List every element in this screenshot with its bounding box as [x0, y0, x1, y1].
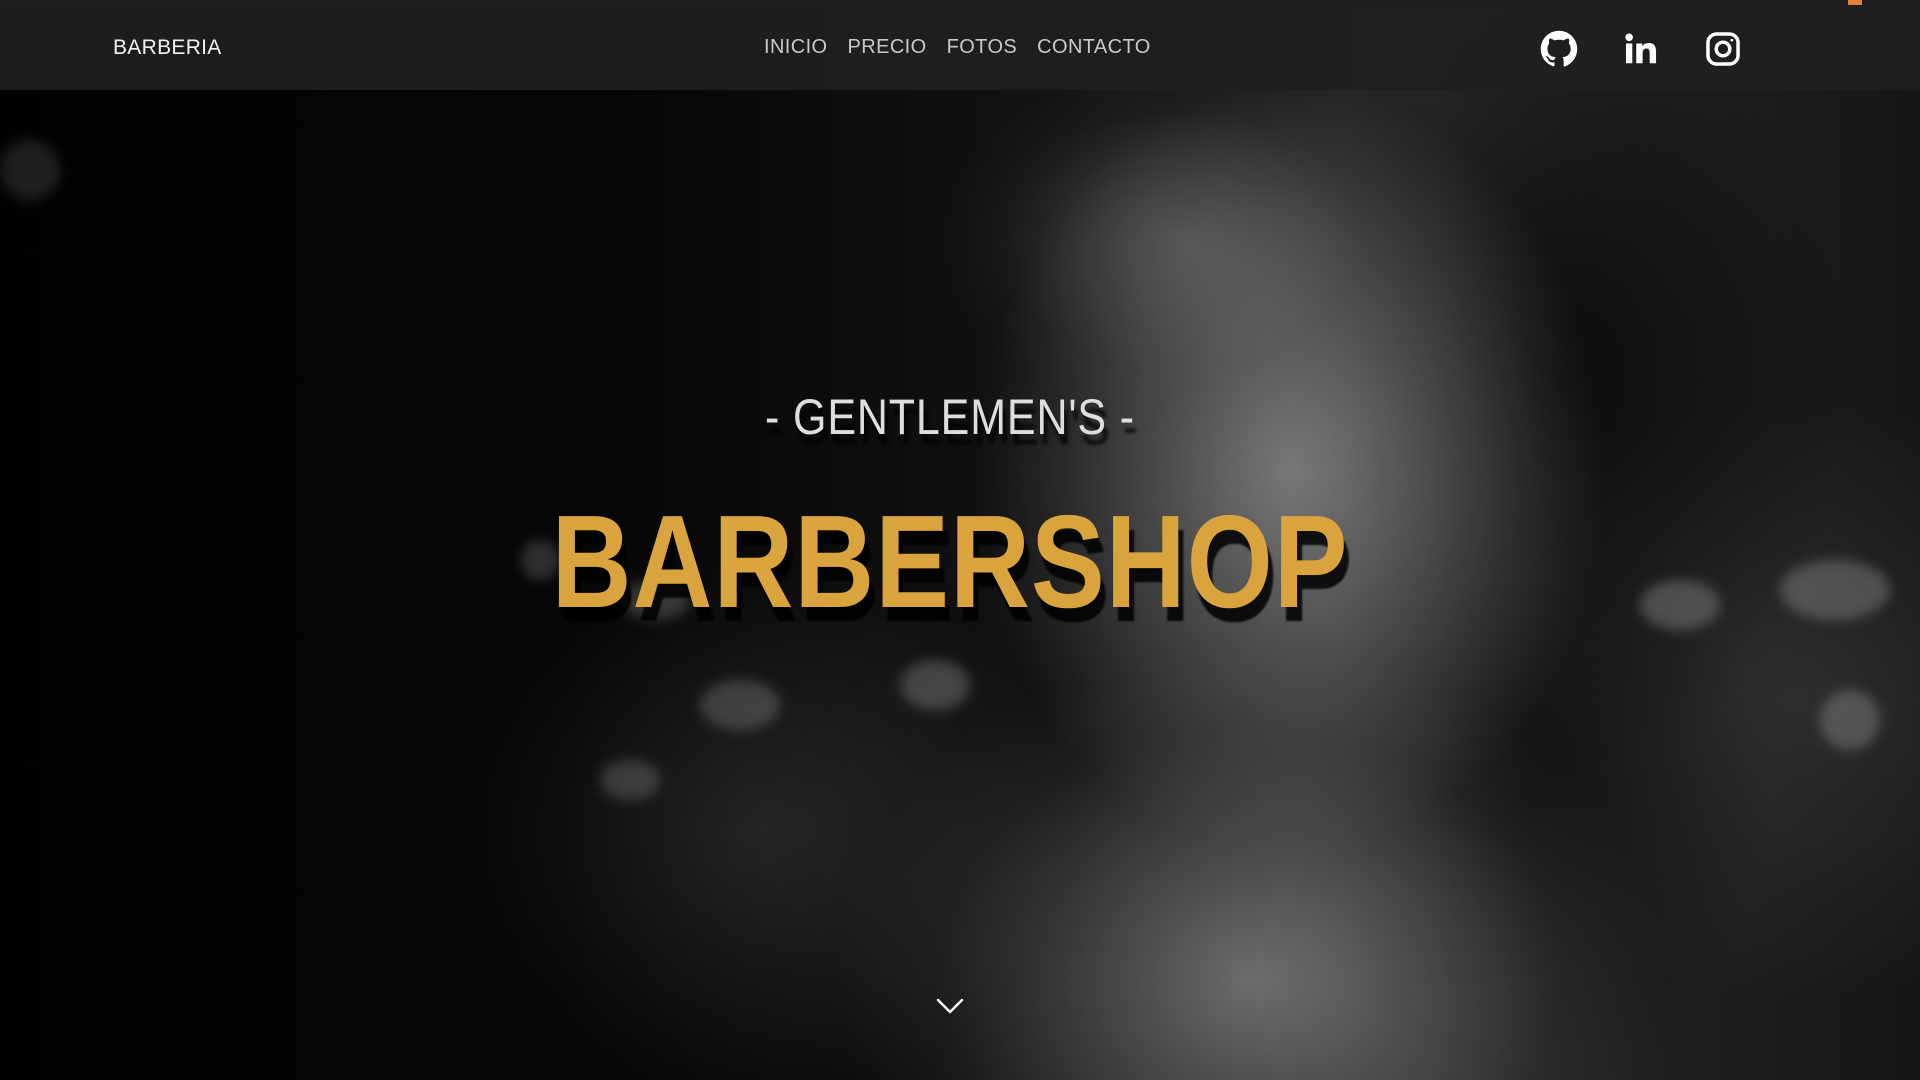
nav-link-contacto[interactable]: CONTACTO — [1037, 36, 1151, 59]
chevron-down-icon[interactable] — [936, 996, 964, 1016]
top-strip-accent — [1848, 0, 1862, 5]
nav-link-fotos[interactable]: FOTOS — [947, 36, 1018, 59]
linkedin-icon[interactable] — [1622, 30, 1660, 68]
hero-title: BARBERSHOP — [551, 488, 1349, 635]
nav-link-inicio[interactable]: INICIO — [764, 36, 828, 59]
navbar: BARBERIA INICIO PRECIO FOTOS CONTACTO — [0, 8, 1920, 90]
nav-links: INICIO PRECIO FOTOS CONTACTO — [764, 36, 1151, 59]
github-icon[interactable] — [1540, 30, 1578, 68]
social-links — [1540, 30, 1742, 68]
nav-link-precio[interactable]: PRECIO — [848, 36, 927, 59]
browser-top-strip — [0, 0, 1920, 8]
brand-logo-link[interactable]: BARBERIA — [113, 36, 222, 60]
instagram-icon[interactable] — [1704, 30, 1742, 68]
hero-subtitle: - GENTLEMEN'S - — [765, 389, 1135, 445]
page: BARBERIA INICIO PRECIO FOTOS CONTACTO - … — [0, 0, 1920, 1080]
